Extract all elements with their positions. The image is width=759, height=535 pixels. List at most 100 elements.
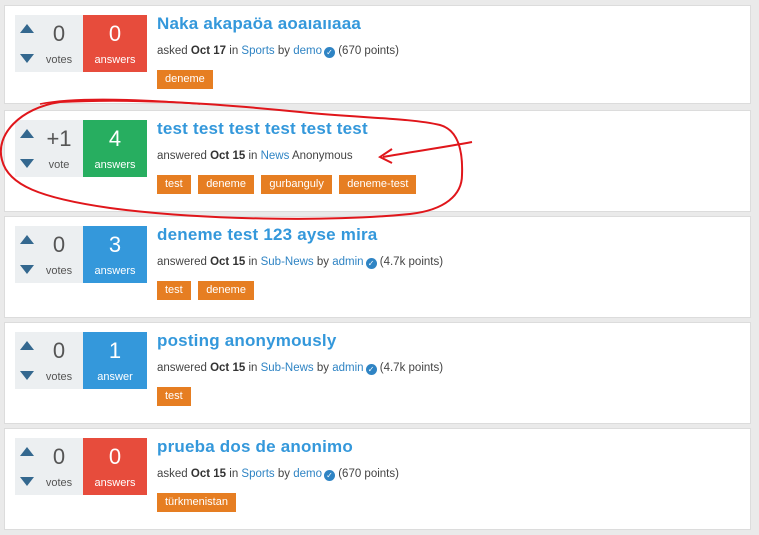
vote-box: 0 votes — [15, 438, 83, 495]
question-meta: answered Oct 15 in Sub-News by admin ✓ (4… — [157, 256, 443, 269]
question-item: 0 votes 0 answers prueba dos de anonimo … — [4, 428, 751, 530]
meta-in: in — [248, 150, 258, 162]
answer-count: 1 — [108, 338, 122, 363]
category-link[interactable]: Sub-News — [261, 362, 314, 374]
answer-count-box: 4 answers — [83, 120, 147, 177]
question-item: 0 votes 1 answer posting anonymously ans… — [4, 322, 751, 424]
vote-down-icon[interactable] — [20, 54, 34, 63]
vote-label: votes — [45, 265, 73, 277]
question-meta: asked Oct 15 in Sports by demo ✓ (670 poi… — [157, 468, 399, 481]
meta-by: by — [316, 362, 330, 374]
user-points: (4.7k points) — [379, 256, 444, 268]
question-title[interactable]: posting anonymously — [157, 331, 336, 351]
answer-count: 0 — [108, 444, 122, 469]
tag[interactable]: test — [157, 281, 191, 300]
category-link[interactable]: Sports — [241, 468, 274, 480]
vote-up-icon[interactable] — [20, 235, 34, 244]
tag[interactable]: test — [157, 175, 191, 194]
meta-action: answered — [157, 256, 207, 268]
user-link[interactable]: demo — [293, 45, 322, 57]
vote-down-icon[interactable] — [20, 371, 34, 380]
answer-count: 4 — [108, 126, 122, 151]
vote-count: 0 — [52, 232, 66, 257]
meta-action: answered — [157, 362, 207, 374]
tag[interactable]: deneme — [157, 70, 213, 89]
user-points: (4.7k points) — [379, 362, 444, 374]
meta-in: in — [229, 468, 239, 480]
question-title[interactable]: prueba dos de anonimo — [157, 437, 353, 457]
category-link[interactable]: Sports — [241, 45, 274, 57]
user-points: (670 points) — [338, 45, 399, 57]
tag-list: test deneme — [157, 280, 257, 300]
meta-in: in — [248, 362, 258, 374]
meta-date: Oct 15 — [210, 362, 246, 374]
vote-label: vote — [48, 159, 70, 171]
answer-count-box: 0 answers — [83, 438, 147, 495]
tag[interactable]: deneme — [198, 175, 254, 194]
user-link[interactable]: demo — [293, 468, 322, 480]
vote-up-icon[interactable] — [20, 24, 34, 33]
question-item: 0 votes 3 answers deneme test 123 ayse m… — [4, 216, 751, 318]
verified-check-icon: ✓ — [324, 470, 336, 481]
question-meta: answered Oct 15 in News Anonymous — [157, 150, 353, 162]
vote-box: +1 vote — [15, 120, 83, 177]
vote-up-icon[interactable] — [20, 447, 34, 456]
question-meta: answered Oct 15 in Sub-News by admin ✓ (4… — [157, 362, 443, 375]
verified-check-icon: ✓ — [365, 258, 377, 269]
meta-action: asked — [157, 468, 188, 480]
tag[interactable]: test — [157, 387, 191, 406]
user-link[interactable]: admin — [332, 256, 363, 268]
answer-count-box: 3 answers — [83, 226, 147, 283]
tag-list: türkmenistan — [157, 492, 239, 512]
question-title[interactable]: deneme test 123 ayse mira — [157, 225, 377, 245]
tag-list: test — [157, 386, 194, 406]
vote-down-icon[interactable] — [20, 477, 34, 486]
user-link[interactable]: admin — [332, 362, 363, 374]
verified-check-icon: ✓ — [324, 47, 336, 58]
user-points: (670 points) — [338, 468, 399, 480]
tag[interactable]: gurbanguly — [261, 175, 332, 194]
tag[interactable]: deneme — [198, 281, 254, 300]
meta-in: in — [248, 256, 258, 268]
tag[interactable]: deneme-test — [339, 175, 417, 194]
meta-date: Oct 15 — [190, 468, 227, 480]
verified-check-icon: ✓ — [365, 364, 377, 375]
vote-label: votes — [45, 477, 73, 489]
vote-count: 0 — [52, 444, 66, 469]
vote-up-icon[interactable] — [20, 129, 34, 138]
answer-count-box: 0 answers — [83, 15, 147, 72]
meta-date: Oct 17 — [190, 45, 227, 57]
answer-count-box: 1 answer — [83, 332, 147, 389]
question-item: 0 votes 0 answers Naka akapaöa aoaıaııaa… — [4, 5, 751, 104]
vote-box: 0 votes — [15, 226, 83, 283]
vote-up-icon[interactable] — [20, 341, 34, 350]
question-title[interactable]: Naka akapaöa aoaıaııaaa — [157, 14, 361, 34]
tag-list: deneme — [157, 69, 216, 89]
answer-label: answer — [97, 371, 133, 383]
vote-box: 0 votes — [15, 15, 83, 72]
meta-date: Oct 15 — [210, 256, 246, 268]
meta-in: in — [229, 45, 239, 57]
vote-count: 0 — [52, 21, 66, 46]
answer-count: 3 — [108, 232, 122, 257]
vote-down-icon[interactable] — [20, 159, 34, 168]
question-title[interactable]: test test test test test test — [157, 119, 368, 139]
question-item: +1 vote 4 answers test test test test te… — [4, 110, 751, 212]
meta-date: Oct 15 — [210, 150, 246, 162]
vote-down-icon[interactable] — [20, 265, 34, 274]
answer-count: 0 — [108, 21, 122, 46]
category-link[interactable]: Sub-News — [261, 256, 314, 268]
vote-box: 0 votes — [15, 332, 83, 389]
meta-action: asked — [157, 45, 188, 57]
vote-count: 0 — [52, 338, 66, 363]
answer-label: answers — [94, 265, 136, 277]
vote-count: +1 — [46, 126, 72, 151]
question-meta: asked Oct 17 in Sports by demo ✓ (670 poi… — [157, 45, 399, 58]
meta-action: answered — [157, 150, 207, 162]
page-scroll-gutter — [751, 0, 759, 535]
answer-label: answers — [94, 54, 136, 66]
meta-by: by — [277, 45, 291, 57]
meta-by: by — [277, 468, 291, 480]
tag[interactable]: türkmenistan — [157, 493, 236, 512]
category-link[interactable]: News — [261, 150, 290, 162]
